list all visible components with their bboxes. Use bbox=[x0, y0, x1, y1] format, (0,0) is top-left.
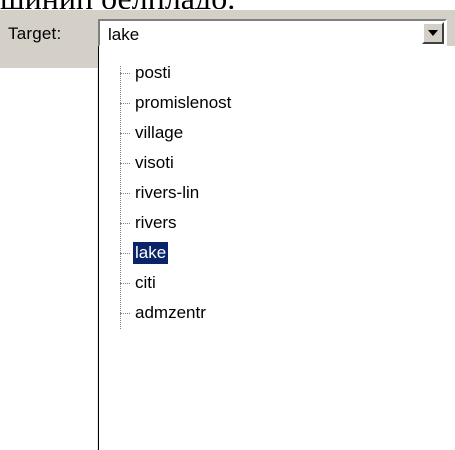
tree-branch-line bbox=[120, 162, 130, 164]
tree-item-label: lake bbox=[131, 241, 170, 265]
tree-branch-line bbox=[120, 132, 130, 134]
target-combobox[interactable]: lake bbox=[98, 19, 447, 47]
tree-item-label: promislenost bbox=[135, 93, 232, 112]
tree-item-label: posti bbox=[135, 63, 171, 82]
tree-item-lake-selected[interactable]: lake bbox=[120, 238, 420, 268]
tree-item-label: rivers-lin bbox=[135, 183, 200, 202]
dropdown-button[interactable] bbox=[422, 22, 444, 44]
target-combobox-value: lake bbox=[108, 25, 140, 44]
tree-branch-line bbox=[120, 252, 130, 254]
tree-branch-line bbox=[120, 222, 130, 224]
tree-item-admzentr[interactable]: admzentr bbox=[120, 298, 420, 328]
target-label: Target: bbox=[8, 24, 62, 43]
screenshot-stage: шинип оелпладо. Target: lake posti promi… bbox=[0, 0, 455, 450]
tree-item-rivers-lin[interactable]: rivers-lin bbox=[120, 178, 420, 208]
tree-item-label: admzentr bbox=[135, 303, 206, 322]
tree-item-label: visoti bbox=[135, 153, 174, 172]
tree-branch-line bbox=[120, 312, 130, 314]
tree-item-village[interactable]: village bbox=[120, 118, 420, 148]
tree-item-promislenost[interactable]: promislenost bbox=[120, 88, 420, 118]
tree-item-label: rivers bbox=[135, 213, 177, 232]
tree-item-label: village bbox=[135, 123, 184, 142]
tree-item-label: citi bbox=[135, 273, 156, 292]
tree-branch-line bbox=[120, 282, 130, 284]
tree-item-posti[interactable]: posti bbox=[120, 58, 420, 88]
target-dropdown-list[interactable]: posti promislenost village visoti rivers… bbox=[98, 46, 455, 450]
tree-item-rivers[interactable]: rivers bbox=[120, 208, 420, 238]
layer-tree: posti promislenost village visoti rivers… bbox=[99, 46, 455, 450]
chevron-down-icon bbox=[428, 30, 438, 36]
tree-branch-line bbox=[120, 102, 130, 104]
tree-item-visoti[interactable]: visoti bbox=[120, 148, 420, 178]
tree-branch-line bbox=[120, 192, 130, 194]
tree-branch-line bbox=[120, 72, 130, 74]
tree-item-citi[interactable]: citi bbox=[120, 268, 420, 298]
